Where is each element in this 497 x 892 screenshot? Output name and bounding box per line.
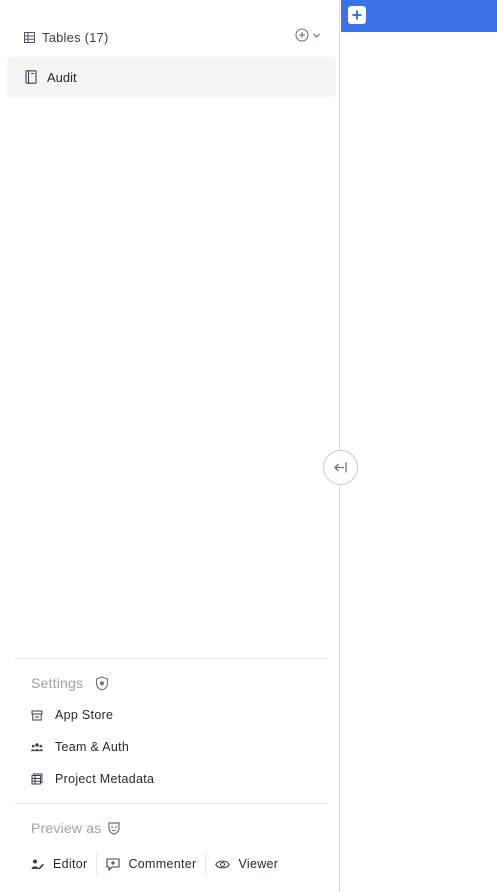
- tables-header-label: Tables (17): [42, 29, 109, 45]
- comment-icon: [106, 857, 121, 871]
- settings-item-project-metadata[interactable]: Project Metadata: [31, 772, 154, 786]
- table-item-label: Audit: [47, 69, 77, 85]
- plus-icon: [351, 9, 363, 21]
- mask-icon: [107, 821, 121, 835]
- collapse-sidebar-button[interactable]: [323, 450, 358, 485]
- chevron-down-icon[interactable]: [311, 28, 322, 46]
- settings-title: Settings: [31, 675, 109, 691]
- settings-item-team-auth[interactable]: Team & Auth: [31, 740, 129, 754]
- shield-icon: [95, 675, 109, 691]
- metadata-icon: [31, 773, 43, 785]
- preview-separator: [96, 853, 98, 875]
- preview-divider: [15, 803, 328, 804]
- settings-item-app-store[interactable]: App Store: [31, 708, 113, 722]
- preview-option-label: Editor: [53, 857, 88, 871]
- sidebar-divider[interactable]: [339, 0, 340, 892]
- settings-item-label: App Store: [55, 708, 114, 722]
- add-table-icon[interactable]: [295, 27, 309, 47]
- tables-header[interactable]: Tables (17): [16, 24, 322, 50]
- settings-divider: [15, 658, 328, 659]
- grid-icon: [16, 31, 42, 43]
- preview-commenter-button[interactable]: Commenter: [106, 857, 205, 871]
- settings-item-label: Project Metadata: [55, 772, 155, 786]
- preview-title: Preview as: [31, 820, 121, 836]
- preview-options: Editor Commenter Viewer: [31, 852, 287, 876]
- preview-separator: [205, 853, 207, 875]
- preview-option-label: Commenter: [128, 857, 197, 871]
- top-bar: [341, 0, 497, 32]
- editor-icon: [31, 858, 45, 871]
- preview-title-text: Preview as: [31, 820, 102, 836]
- preview-option-label: Viewer: [238, 857, 279, 871]
- add-tab-button[interactable]: [348, 6, 366, 24]
- eye-icon: [215, 859, 231, 870]
- preview-editor-button[interactable]: Editor: [31, 857, 96, 871]
- table-item-audit[interactable]: Audit: [7, 57, 336, 97]
- preview-viewer-button[interactable]: Viewer: [215, 857, 287, 871]
- sidebar: Tables (17) Audit Settings App Store Tea…: [0, 0, 339, 892]
- users-icon: [31, 741, 43, 753]
- collapse-left-icon: [333, 461, 348, 474]
- store-icon: [31, 709, 43, 721]
- tables-header-actions: [295, 27, 322, 47]
- book-icon: [7, 70, 47, 84]
- settings-item-label: Team & Auth: [55, 740, 130, 754]
- settings-title-text: Settings: [31, 675, 84, 691]
